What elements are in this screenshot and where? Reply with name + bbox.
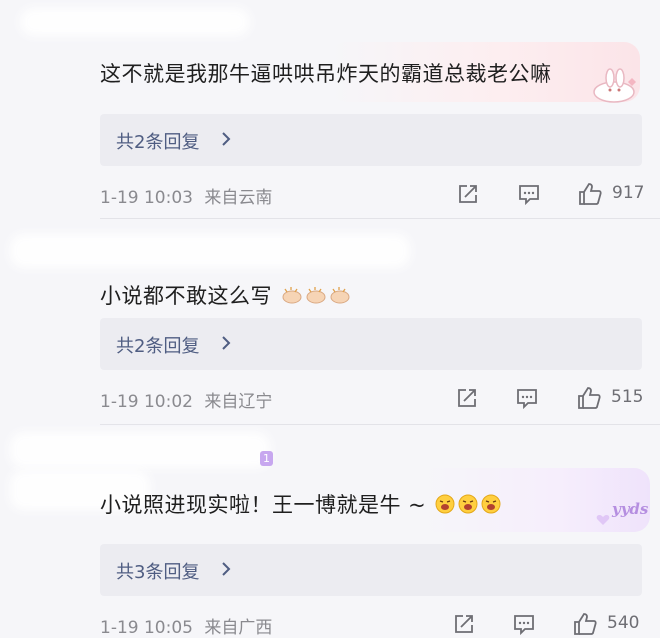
view-replies-button[interactable]: 共2条回复 (100, 114, 642, 166)
fan-badge: 1 (260, 451, 273, 466)
reply-count-label: 共2条回复 (116, 336, 200, 357)
yyds-sticker: yyds (612, 500, 649, 518)
reply-count-label: 共3条回复 (116, 562, 200, 583)
comment-time: 1-19 10:02 (100, 392, 193, 412)
comment-item: 1 小说照进现实啦！王一博就是牛 ~ yyds 共3条回复 1-19 10:05… (0, 426, 660, 638)
chevron-right-icon (222, 562, 231, 576)
comment-text: 这不就是我那牛逼哄哄吊炸天的霸道总裁老公嘛 (100, 62, 552, 86)
comment-location: 来自云南 (204, 188, 273, 208)
heart-icon (596, 515, 610, 525)
comment-icon[interactable] (515, 386, 539, 410)
blurred-username (10, 234, 410, 268)
blurred-username (20, 8, 250, 36)
comment-time: 1-19 10:05 (100, 618, 193, 638)
comment-icon[interactable] (517, 182, 541, 206)
view-replies-button[interactable]: 共2条回复 (100, 318, 642, 370)
comment-text: 小说都不敢这么写 (100, 284, 272, 308)
divider (100, 424, 660, 425)
excited-face-emoji (458, 494, 478, 514)
comment-icon[interactable] (512, 612, 536, 636)
thumbs-up-icon[interactable] (576, 385, 602, 411)
clapping-hands-emoji (282, 287, 302, 304)
like-count: 917 (612, 183, 645, 203)
thumbs-up-icon[interactable] (577, 181, 603, 207)
comment-time: 1-19 10:03 (100, 188, 193, 208)
reply-count-label: 共2条回复 (116, 132, 200, 153)
like-count: 515 (611, 387, 644, 407)
comment-text: 小说照进现实啦！王一博就是牛 ~ (100, 493, 427, 517)
thumbs-up-icon[interactable] (572, 611, 598, 637)
chevron-right-icon (222, 336, 231, 350)
comment-item: 这不就是我那牛逼哄哄吊炸天的霸道总裁老公嘛 共2条回复 1-19 10:03 来… (0, 0, 660, 219)
like-count: 540 (607, 613, 640, 633)
bunny-sticker-icon (593, 68, 636, 103)
comment-item: 小说都不敢这么写 共2条回复 1-19 10:02 来自辽宁 515 (0, 214, 660, 425)
excited-face-emoji (435, 494, 455, 514)
comment-location: 来自辽宁 (204, 392, 273, 412)
clapping-hands-emoji (306, 287, 326, 304)
comment-location: 来自广西 (204, 618, 273, 638)
blurred-username (10, 432, 270, 468)
clapping-hands-emoji (330, 287, 350, 304)
share-icon[interactable] (456, 182, 480, 206)
share-icon[interactable] (452, 612, 476, 636)
excited-face-emoji (481, 494, 501, 514)
share-icon[interactable] (455, 386, 479, 410)
view-replies-button[interactable]: 共3条回复 (100, 544, 642, 596)
chevron-right-icon (222, 132, 231, 146)
